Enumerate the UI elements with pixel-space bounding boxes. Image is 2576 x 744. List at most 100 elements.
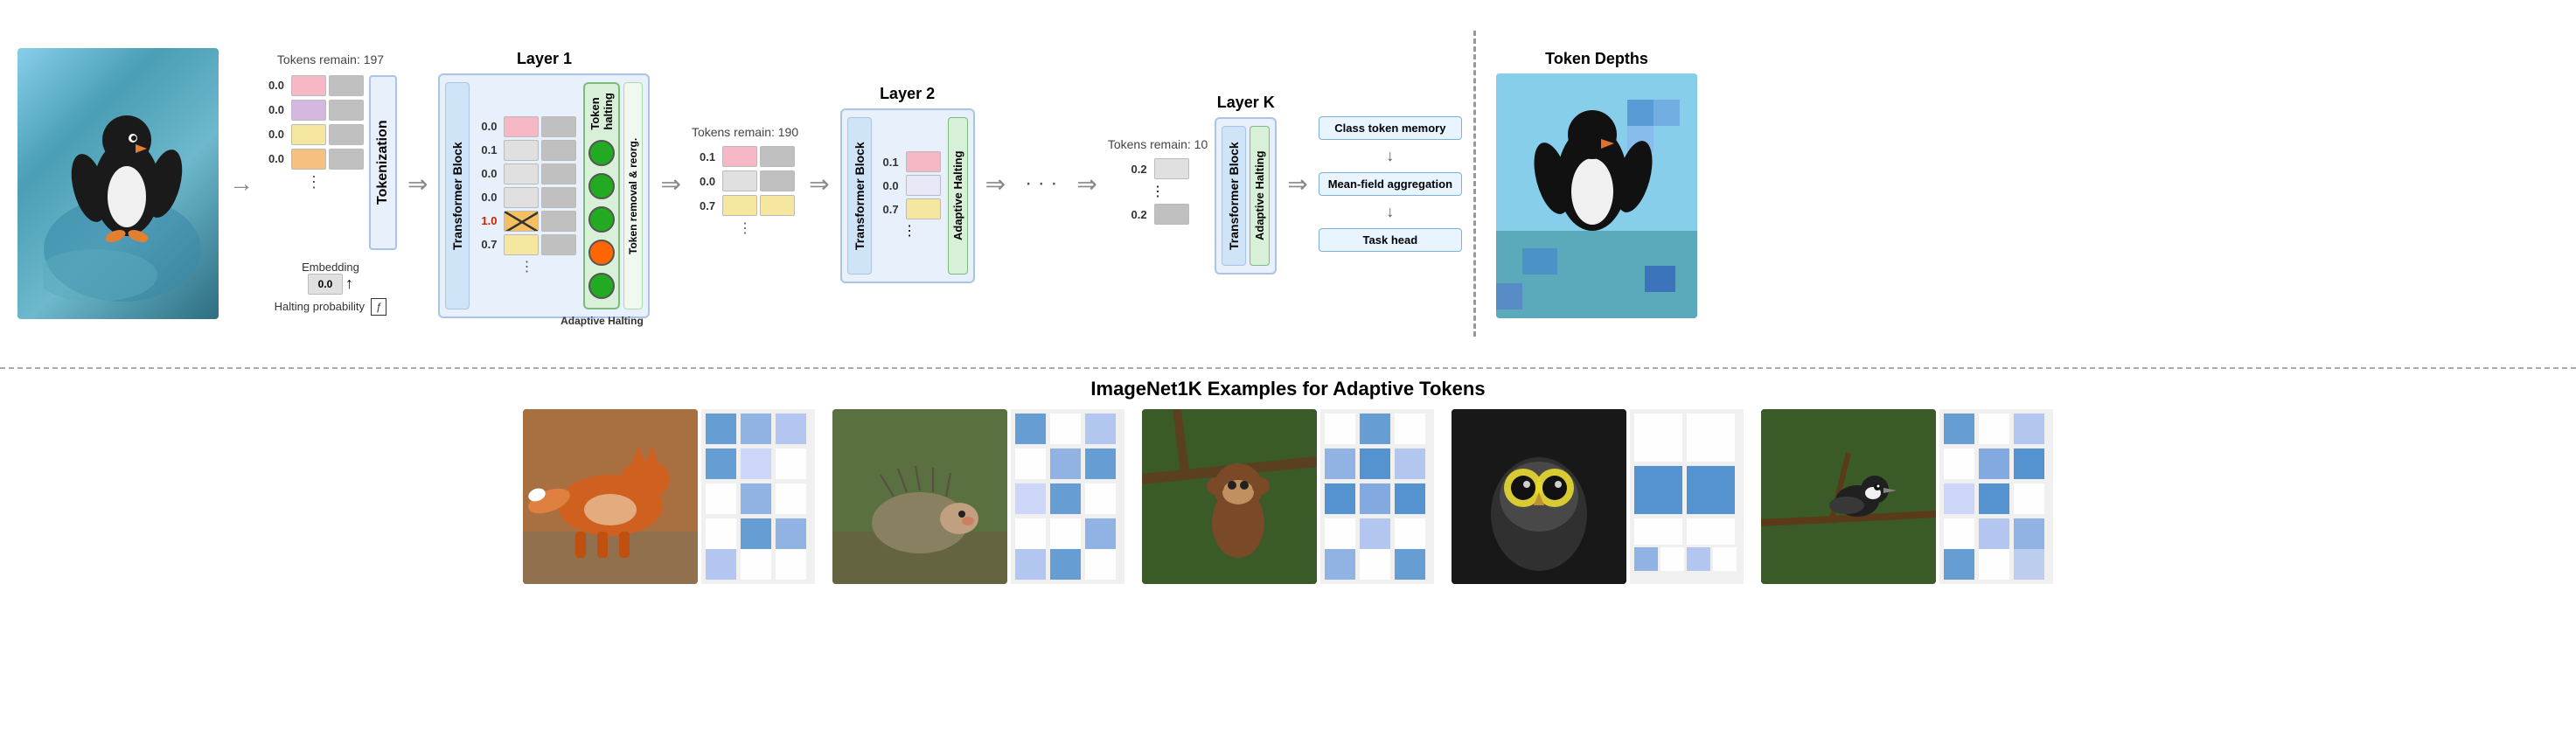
token-box — [906, 175, 941, 196]
layer-2-title: Layer 2 — [880, 85, 935, 103]
down-arrow-1: ↓ — [1319, 147, 1462, 165]
token-list-2: 0.1 0.0 0.7 ⋮ — [695, 146, 795, 237]
tokens-remain-k-section: Tokens remain: 10 0.2 ⋮ 0.2 — [1108, 137, 1208, 230]
token-box — [1154, 204, 1189, 225]
token-row: 0.0 — [264, 75, 364, 96]
arrow-3: ⇒ — [660, 170, 680, 198]
tokens-remain-3: Tokens remain: 10 — [1108, 137, 1208, 151]
cross-icon — [505, 212, 538, 231]
token-row: 0.7 — [695, 195, 795, 216]
token-row: 0.2 — [1127, 158, 1189, 179]
arrow-4: ⇒ — [809, 170, 829, 198]
fox-image — [523, 409, 698, 584]
token-box — [1154, 158, 1189, 179]
monkey-image — [1142, 409, 1317, 584]
fox-patches — [701, 409, 815, 584]
layer-1-section: Layer 1 Transformer Block 0.0 0.1 0.0 — [438, 50, 650, 318]
token-row: 0.2 — [1127, 204, 1189, 225]
hedgehog-image — [832, 409, 1007, 584]
token-row: 0.0 — [477, 116, 576, 137]
token-row: 0.0 — [695, 170, 795, 191]
token-depths-image — [1496, 73, 1697, 318]
layer1-tokens: 0.0 0.1 0.0 0.0 — [473, 82, 580, 309]
token-row: 0.0 — [477, 187, 576, 208]
token-row: 0.0 — [477, 163, 576, 184]
token-box — [291, 124, 326, 145]
token-row: 1.0 — [477, 211, 576, 232]
layer-1-inner: Transformer Block 0.0 0.1 0.0 — [438, 73, 650, 318]
light-orange — [588, 240, 615, 266]
token-box — [329, 75, 364, 96]
token-box — [722, 146, 757, 167]
bottom-section: ImageNet1K Examples for Adaptive Tokens — [0, 367, 2576, 744]
tokens-remain-2: Tokens remain: 190 — [692, 125, 798, 139]
token-box — [329, 149, 364, 170]
layer-1-title: Layer 1 — [517, 50, 572, 68]
arrow-2: ⇒ — [407, 170, 428, 198]
tokenization-section: Tokens remain: 197 0.0 0.0 0.0 — [264, 52, 397, 316]
monkey-patches — [1320, 409, 1434, 588]
owl-image — [1452, 409, 1626, 584]
func-icon: ƒ — [371, 298, 387, 316]
token-row: 0.0 — [879, 175, 941, 196]
dots-separator: · · · — [1016, 171, 1066, 196]
bird-example — [1761, 409, 2053, 588]
token-box — [504, 234, 539, 255]
token-box — [291, 100, 326, 121]
token-box — [906, 198, 941, 219]
token-box — [291, 149, 326, 170]
tokenization-label: Tokenization — [369, 75, 397, 250]
token-row: 0.1 — [695, 146, 795, 167]
arrow-5: ⇒ — [985, 170, 1006, 198]
token-row: 0.0 — [264, 149, 364, 170]
token-box — [722, 170, 757, 191]
fox-example — [523, 409, 815, 584]
light-green-2 — [588, 173, 615, 199]
embed-arrow: ↑ — [345, 275, 353, 293]
layer2-tokens: 0.1 0.0 0.7 ⋮ — [875, 117, 944, 275]
arrow-6: ⇒ — [1076, 170, 1097, 198]
layer-2-inner: Transformer Block 0.1 0.0 0.7 ⋮ Adaptive… — [840, 108, 975, 283]
token-box — [541, 163, 576, 184]
class-token-memory-box: Class token memory — [1319, 116, 1462, 140]
token-row: 0.7 — [879, 198, 941, 219]
token-box — [760, 195, 795, 216]
token-box — [504, 116, 539, 137]
adaptive-halting-2: Adaptive Halting — [948, 117, 968, 275]
token-box — [291, 75, 326, 96]
token-depths-section: Token Depths — [1496, 50, 1697, 318]
token-box — [504, 187, 539, 208]
token-box — [541, 211, 576, 232]
top-section: → Tokens remain: 197 0.0 0.0 0.0 — [0, 0, 2576, 367]
token-row: 0.1 — [477, 140, 576, 161]
task-head-box: Task head — [1319, 228, 1462, 252]
token-box — [329, 100, 364, 121]
examples-row — [17, 409, 2559, 588]
token-box — [504, 140, 539, 161]
token-box — [760, 170, 795, 191]
token-row: 0.1 — [879, 151, 941, 172]
adaptive-halting-label-1: Adaptive Halting — [560, 315, 644, 327]
layer-k-inner: Transformer Block Adaptive Halting — [1215, 117, 1277, 275]
token-box — [504, 163, 539, 184]
hedgehog-patches — [1011, 409, 1124, 588]
bird-patches — [1939, 409, 2053, 588]
token-box — [906, 151, 941, 172]
token-row: 0.0 — [264, 124, 364, 145]
monkey-example — [1142, 409, 1434, 588]
layer-k-section: Layer K Transformer Block Adaptive Halti… — [1215, 94, 1277, 275]
hedgehog-example — [832, 409, 1124, 588]
layer-2-section: Layer 2 Transformer Block 0.1 0.0 0.7 ⋮ … — [840, 85, 975, 283]
dotted-divider — [1473, 31, 1476, 337]
transformer-block-2: Transformer Block — [847, 117, 872, 275]
token-list-k: 0.2 ⋮ 0.2 — [1127, 158, 1189, 225]
token-box — [722, 195, 757, 216]
embedding-box: 0.0 — [308, 274, 343, 295]
arrow-7: ⇒ — [1287, 170, 1307, 198]
down-arrow-2: ↓ — [1319, 203, 1462, 221]
token-list-1: 0.0 0.0 0.0 0.0 — [264, 75, 364, 191]
right-side-boxes: Class token memory ↓ Mean-field aggregat… — [1319, 116, 1462, 252]
embedding-label: Embedding — [302, 261, 359, 274]
transformer-block-k: Transformer Block — [1222, 126, 1246, 266]
light-green-4 — [588, 273, 615, 299]
